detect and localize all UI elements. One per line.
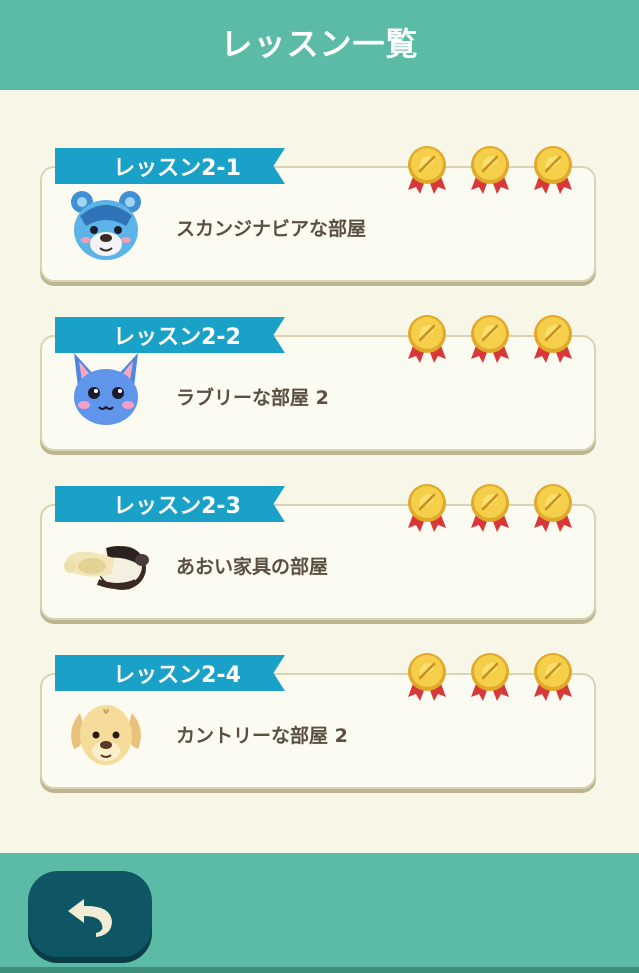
gold-medal-icon xyxy=(408,484,446,532)
gold-medal-icon xyxy=(534,146,572,194)
lesson-card[interactable]: レッスン2-4 カントリーな部屋 2 xyxy=(40,653,596,789)
footer-bar xyxy=(0,853,639,973)
gold-medal-icon xyxy=(534,653,572,701)
lesson-label: レッスン2-4 xyxy=(113,663,241,688)
lesson-card[interactable]: レッスン2-1 スカンジナビアな部屋 xyxy=(40,146,596,282)
lesson-card[interactable]: レッスン2-2 ラブリーな部屋 2 xyxy=(40,315,596,451)
lesson-card[interactable]: レッスン2-3 あおい家具の部屋 xyxy=(40,484,596,620)
medal-group xyxy=(404,144,576,196)
anteater-villager-icon xyxy=(64,546,149,590)
gold-medal-icon xyxy=(471,484,509,532)
page-title: レッスン一覧 xyxy=(220,25,419,63)
back-arrow-icon xyxy=(68,899,112,937)
medal-group xyxy=(404,313,576,365)
room-name: あおい家具の部屋 xyxy=(176,556,329,578)
medal-group xyxy=(404,651,576,703)
gold-medal-icon xyxy=(408,315,446,363)
footer-edge xyxy=(0,967,639,973)
medal-group xyxy=(404,482,576,534)
blue-cat-villager-icon xyxy=(74,353,138,425)
back-button[interactable] xyxy=(28,871,152,957)
lesson-label: レッスン2-3 xyxy=(113,494,241,519)
gold-medal-icon xyxy=(408,653,446,701)
gold-medal-icon xyxy=(408,146,446,194)
blue-bear-villager-icon xyxy=(71,191,141,260)
room-name: カントリーな部屋 2 xyxy=(176,725,348,747)
room-name: ラブリーな部屋 2 xyxy=(176,387,329,409)
lesson-ribbon: レッスン2-1 xyxy=(55,148,285,184)
lesson-ribbon: レッスン2-4 xyxy=(55,655,285,691)
header-bar: レッスン一覧 xyxy=(0,0,639,90)
room-name: スカンジナビアな部屋 xyxy=(176,218,367,240)
gold-medal-icon xyxy=(471,315,509,363)
lesson-label: レッスン2-1 xyxy=(113,156,241,181)
lesson-ribbon: レッスン2-3 xyxy=(55,486,285,522)
yellow-dog-villager-icon xyxy=(71,705,141,765)
lesson-list[interactable]: レッスン2-1 スカンジナビアな部屋 レッスン2-2 ラブリーな部屋 2 レッス… xyxy=(0,90,639,853)
gold-medal-icon xyxy=(534,315,572,363)
gold-medal-icon xyxy=(471,653,509,701)
gold-medal-icon xyxy=(471,146,509,194)
gold-medal-icon xyxy=(534,484,572,532)
